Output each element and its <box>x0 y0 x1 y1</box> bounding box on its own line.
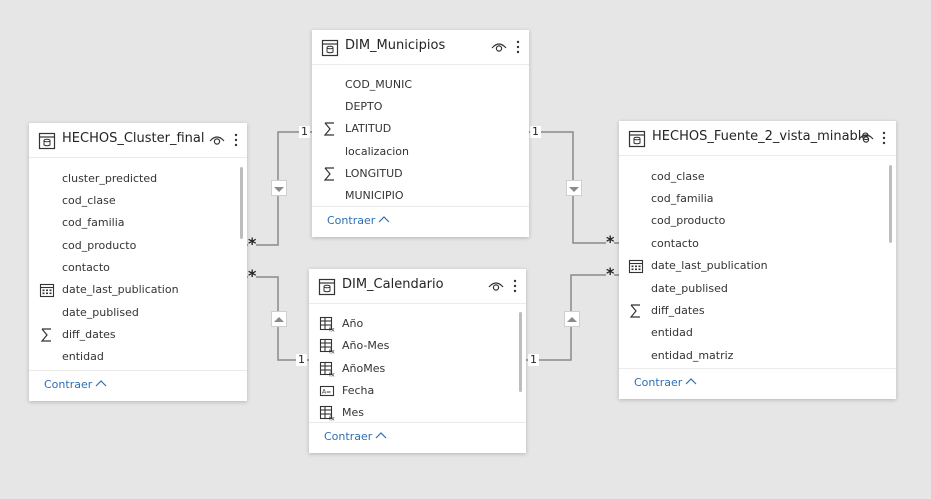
eye-icon[interactable] <box>491 40 507 54</box>
chevron-up-icon <box>378 216 390 223</box>
field-item[interactable]: cod_familia <box>619 188 896 210</box>
collapse-button[interactable]: Contraer <box>327 214 390 227</box>
card-header[interactable]: HECHOS_Cluster_final <box>29 123 247 158</box>
field-item[interactable]: diff_dates <box>29 324 247 346</box>
sigma-icon <box>629 304 640 318</box>
cardinality-one-label: 1 <box>299 125 310 138</box>
field-item[interactable]: date_last_publication <box>29 279 247 301</box>
collapse-button[interactable]: Contraer <box>44 378 107 391</box>
field-item[interactable]: contacto <box>619 233 896 255</box>
field-item[interactable]: cod_clase <box>29 190 247 212</box>
more-options-icon[interactable] <box>515 39 521 55</box>
collapse-button[interactable]: Contraer <box>324 430 387 443</box>
calc-column-icon: fx <box>319 316 335 332</box>
field-item[interactable]: entidad <box>29 346 247 368</box>
chevron-up-icon <box>685 378 697 385</box>
field-item[interactable]: cod_producto <box>619 210 896 232</box>
chevron-up-icon <box>375 432 387 439</box>
field-item[interactable]: fx AñoMes <box>309 358 526 380</box>
scrollbar[interactable] <box>519 312 522 392</box>
table-title: DIM_Calendario <box>342 277 444 292</box>
field-item[interactable]: date_last_publication <box>619 255 896 277</box>
field-item[interactable]: date_publised <box>619 278 896 300</box>
table-icon <box>628 130 646 148</box>
svg-text:fx: fx <box>329 327 335 333</box>
calc-column-icon: fx <box>319 361 335 377</box>
filter-direction-up-arrow[interactable] <box>564 311 580 327</box>
calc-column-icon: fx <box>319 338 335 354</box>
svg-text:fx: fx <box>329 372 335 378</box>
cardinality-one-label: 1 <box>296 353 307 366</box>
calc-column-icon: fx <box>319 405 335 421</box>
svg-text:A=: A= <box>322 389 331 396</box>
cardinality-many-label: * <box>248 234 257 253</box>
card-header[interactable]: DIM_Calendario <box>309 269 526 304</box>
field-item[interactable]: fx Año-Mes <box>309 335 526 357</box>
table-card-hechos-fuente-2-vista-minable[interactable]: HECHOS_Fuente_2_vista_minable cod_clase … <box>619 121 896 399</box>
field-item[interactable]: cod_clase <box>619 166 896 188</box>
collapse-button[interactable]: Contraer <box>634 376 697 389</box>
field-item[interactable]: date_publised <box>29 302 247 324</box>
table-icon <box>321 39 339 57</box>
field-item[interactable]: fx Mes <box>309 402 526 424</box>
more-options-icon[interactable] <box>881 130 887 146</box>
eye-icon[interactable] <box>209 133 225 147</box>
svg-text:fx: fx <box>329 416 335 422</box>
field-item[interactable]: A= Fecha <box>309 380 526 402</box>
field-item[interactable]: LATITUD <box>312 118 529 140</box>
table-icon <box>318 278 336 296</box>
sigma-icon <box>40 328 51 342</box>
table-card-dim-municipios[interactable]: DIM_Municipios COD_MUNIC DEPTO LATITUD l… <box>312 30 529 237</box>
calendar-icon <box>628 259 644 274</box>
field-item[interactable]: contacto <box>29 257 247 279</box>
table-icon <box>38 132 56 150</box>
field-item[interactable]: entidad_matriz <box>619 345 896 367</box>
field-item[interactable]: COD_MUNIC <box>312 74 529 96</box>
sigma-icon <box>323 122 334 136</box>
card-footer: Contraer <box>309 422 526 453</box>
field-item[interactable]: MUNICIPIO <box>312 185 529 207</box>
card-footer: Contraer <box>619 368 896 399</box>
cardinality-many-label: * <box>606 264 615 283</box>
field-item[interactable]: diff_dates <box>619 300 896 322</box>
calc-text-icon: A= <box>319 385 335 397</box>
field-item[interactable]: DEPTO <box>312 96 529 118</box>
field-item[interactable]: cluster_predicted <box>29 168 247 190</box>
card-footer: Contraer <box>29 370 247 401</box>
sigma-icon <box>323 167 334 181</box>
field-item[interactable]: entidad <box>619 322 896 344</box>
field-item[interactable]: fx Año <box>309 313 526 335</box>
card-footer: Contraer <box>312 206 529 237</box>
eye-icon[interactable] <box>858 131 874 145</box>
field-item[interactable]: localizacion <box>312 141 529 163</box>
more-options-icon[interactable] <box>233 132 239 148</box>
field-item[interactable]: LONGITUD <box>312 163 529 185</box>
filter-direction-up-arrow[interactable] <box>271 311 287 327</box>
table-card-hechos-cluster-final[interactable]: HECHOS_Cluster_final cluster_predicted c… <box>29 123 247 401</box>
table-title: HECHOS_Cluster_final <box>62 131 205 146</box>
cardinality-one-label: 1 <box>530 125 541 138</box>
chevron-up-icon <box>95 380 107 387</box>
card-header[interactable]: HECHOS_Fuente_2_vista_minable <box>619 121 896 156</box>
field-item[interactable]: cod_familia <box>29 212 247 234</box>
cardinality-many-label: * <box>248 266 257 285</box>
table-card-dim-calendario[interactable]: DIM_Calendario fx Año fx Año-Mes fx AñoM… <box>309 269 526 453</box>
table-title: DIM_Municipios <box>345 38 446 53</box>
more-options-icon[interactable] <box>512 278 518 294</box>
filter-direction-down-arrow[interactable] <box>566 180 582 196</box>
field-item[interactable]: cod_producto <box>29 235 247 257</box>
svg-text:fx: fx <box>329 349 335 355</box>
cardinality-many-label: * <box>606 232 615 251</box>
scrollbar[interactable] <box>240 167 243 239</box>
filter-direction-down-arrow[interactable] <box>271 180 287 196</box>
eye-icon[interactable] <box>488 279 504 293</box>
card-header[interactable]: DIM_Municipios <box>312 30 529 65</box>
table-title: HECHOS_Fuente_2_vista_minable <box>652 129 870 144</box>
cardinality-one-label: 1 <box>528 353 539 366</box>
scrollbar[interactable] <box>889 165 892 243</box>
calendar-icon <box>39 283 55 298</box>
